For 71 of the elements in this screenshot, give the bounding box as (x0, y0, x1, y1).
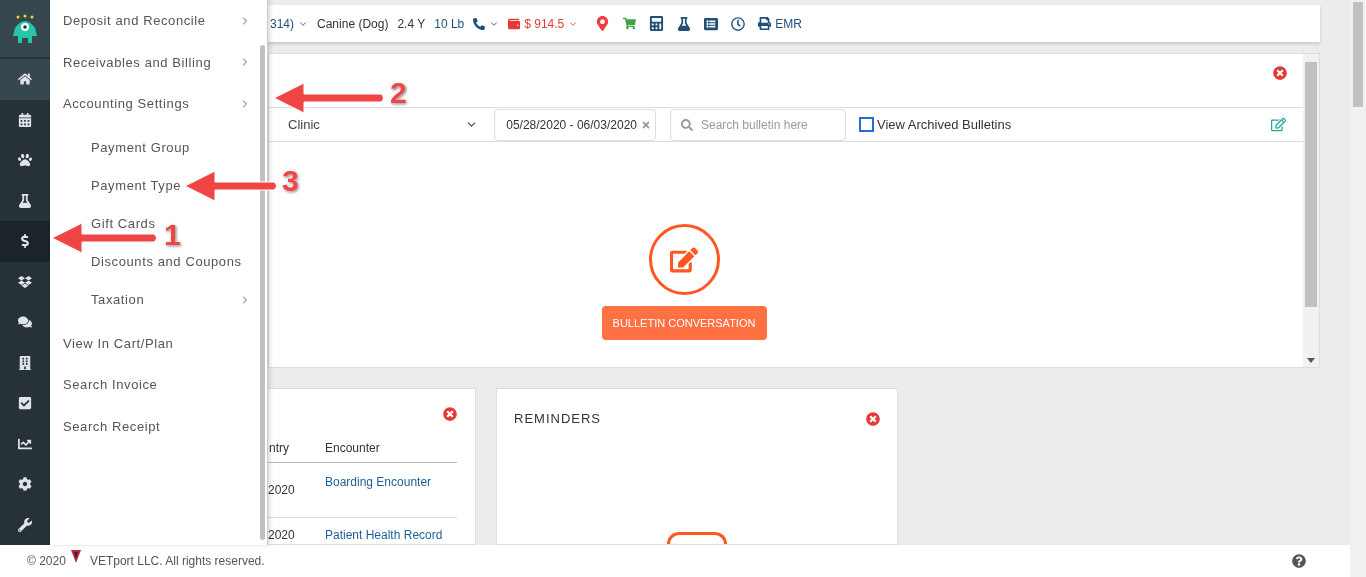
vetport-logo-icon (70, 550, 81, 564)
date-range-field[interactable]: 05/28/2020 - 06/03/2020 (494, 108, 656, 141)
copyright-text: © 2020 (27, 553, 66, 570)
menu-item[interactable]: Receivables and Billing (63, 52, 212, 72)
list-icon[interactable] (704, 16, 719, 31)
menu-item[interactable]: Payment Group (91, 137, 190, 158)
monster-logo-icon (12, 13, 38, 44)
chat-icon (18, 315, 32, 330)
wallet-icon (508, 17, 521, 30)
step-number: 1 (164, 220, 181, 250)
clear-icon[interactable] (641, 119, 651, 130)
encounter-link[interactable]: Boarding Encounter (325, 473, 432, 517)
alarm-clock-icon[interactable] (731, 16, 746, 31)
weight-text: 10 Lb (434, 15, 465, 33)
panel-scrollbar[interactable] (1303, 54, 1319, 367)
printer-icon (758, 17, 772, 30)
balance-menu[interactable]: $ 914.5 (508, 14, 579, 33)
step-number: 2 (390, 78, 407, 108)
card-title: REMINDERS (514, 410, 601, 428)
menu-scrollbar[interactable] (260, 45, 265, 540)
search-input[interactable]: Search bulletin here (701, 115, 831, 134)
close-icon[interactable] (1273, 66, 1287, 80)
menu-item[interactable]: Search Receipt (63, 416, 161, 436)
sidebar-item[interactable] (0, 59, 50, 100)
search-icon (681, 118, 693, 131)
flask-icon (18, 193, 32, 208)
close-icon[interactable] (443, 407, 457, 421)
menu-item[interactable]: Payment Type (91, 175, 182, 196)
phone-menu[interactable] (473, 17, 500, 30)
menu-item[interactable]: Deposit and Reconcile (63, 11, 206, 31)
table-cell-text: 2020 (268, 527, 296, 544)
column-header: Encounter (325, 440, 380, 457)
menu-item[interactable]: Accounting Settings (63, 94, 190, 114)
search-field[interactable]: Search bulletin here (670, 108, 846, 141)
close-icon[interactable] (866, 411, 880, 426)
map-pin-icon[interactable] (595, 16, 611, 31)
encounter-link[interactable]: Patient Health Record (325, 526, 443, 544)
step-number: 3 (282, 166, 299, 196)
settings-icon (18, 477, 32, 492)
menu-item[interactable]: View In Cart/Plan (63, 333, 174, 353)
column-header: ntry (268, 440, 290, 457)
patient-selector[interactable]: 314) (270, 14, 309, 33)
emr-print-button[interactable]: EMR (758, 14, 802, 33)
calculator-icon[interactable] (649, 16, 665, 31)
menu-item[interactable]: Taxation (91, 289, 145, 310)
edit-icon[interactable] (1271, 117, 1286, 132)
scroll-down-icon[interactable] (1307, 358, 1315, 363)
age-text: 2.4 Y (397, 15, 426, 33)
menu-item[interactable]: Search Invoice (63, 375, 158, 395)
home-icon (18, 72, 32, 87)
menu-item[interactable]: Discounts and Coupons (91, 251, 242, 272)
boxes-icon (18, 274, 32, 289)
menu-item[interactable]: Gift Cards (91, 213, 156, 234)
building-icon (18, 355, 32, 370)
archived-checkbox[interactable]: View Archived Bulletins (859, 114, 1012, 135)
company-text: VETport LLC. All rights reserved. (89, 553, 265, 570)
dollar-icon (18, 234, 32, 249)
help-icon[interactable] (1292, 554, 1306, 568)
paw-icon (18, 153, 32, 168)
calendar-icon (18, 112, 32, 127)
flask-icon[interactable] (677, 16, 692, 31)
chart-icon (18, 436, 32, 451)
page-scrollbar[interactable] (1350, 0, 1366, 577)
phone-icon (473, 17, 486, 30)
table-cell-text: 2020 (268, 482, 296, 499)
sidebar-item[interactable] (0, 221, 50, 262)
clinic-select[interactable]: Clinic (269, 108, 486, 141)
species-text: Canine (Dog) (317, 15, 389, 33)
wrench-icon (18, 517, 32, 532)
checkbox-icon (18, 396, 32, 411)
cart-icon[interactable] (623, 17, 637, 30)
